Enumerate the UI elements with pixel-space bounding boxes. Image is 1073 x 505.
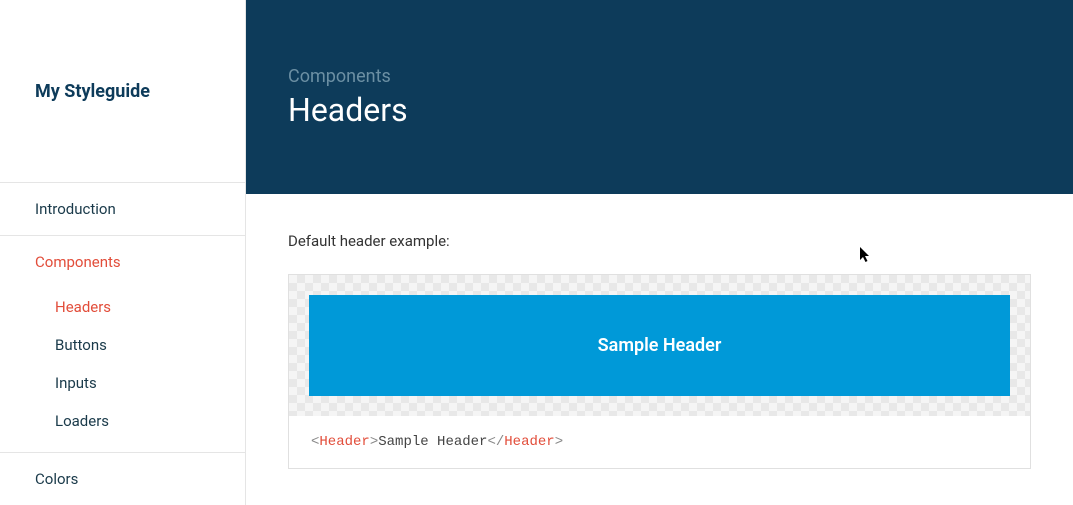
content: Components Headers Default header exampl… <box>246 0 1073 505</box>
nav-item-components[interactable]: Components <box>0 236 245 288</box>
nav-subitem-loaders[interactable]: Loaders <box>0 402 245 440</box>
nav-subitem-inputs[interactable]: Inputs <box>0 364 245 402</box>
nav-section-intro: Introduction <box>0 183 245 236</box>
example-container: Sample Header <Header>Sample Header</Hea… <box>288 274 1031 469</box>
code-bracket-close2: > <box>555 434 563 450</box>
code-content: Sample Header <box>378 434 487 450</box>
page-title: Headers <box>288 91 1031 129</box>
nav-subitem-buttons[interactable]: Buttons <box>0 326 245 364</box>
nav-item-colors[interactable]: Colors <box>0 453 245 505</box>
sidebar-header: My Styleguide <box>0 0 245 183</box>
nav-sublist: Headers Buttons Inputs Loaders <box>0 288 245 452</box>
code-tag-open: Header <box>319 434 369 450</box>
example-code: <Header>Sample Header</Header> <box>289 416 1030 468</box>
content-body: Default header example: Sample Header <H… <box>246 194 1073 505</box>
sample-header: Sample Header <box>309 295 1010 396</box>
content-header: Components Headers <box>246 0 1073 194</box>
example-description: Default header example: <box>288 232 1031 250</box>
nav-section-components: Components Headers Buttons Inputs Loader… <box>0 236 245 453</box>
code-tag-close: Header <box>504 434 554 450</box>
nav-item-introduction[interactable]: Introduction <box>0 183 245 235</box>
sidebar: My Styleguide Introduction Components He… <box>0 0 246 505</box>
code-bracket-open2: </ <box>487 434 504 450</box>
code-bracket-close: > <box>370 434 378 450</box>
nav-subitem-headers[interactable]: Headers <box>0 288 245 326</box>
app-title: My Styleguide <box>35 81 150 102</box>
breadcrumb: Components <box>288 66 1031 87</box>
example-preview: Sample Header <box>289 275 1030 416</box>
